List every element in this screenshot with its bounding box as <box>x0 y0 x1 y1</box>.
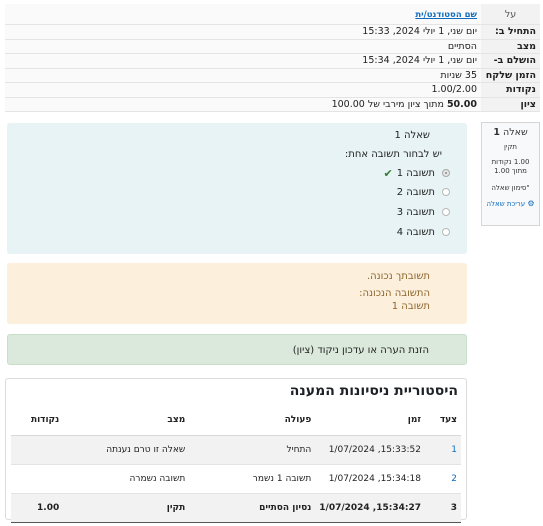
summary-value-completed: יום שני, 1 יולי 2024, 15:34 <box>5 53 481 69</box>
step-link-2[interactable]: 2 <box>451 474 457 484</box>
question-mark: 1.00 נקודות מתוך 1.00 <box>485 158 536 176</box>
history-state: שאלה זו טרם נענתה <box>63 435 190 465</box>
history-time: 1/07/2024 ,15:34:27 <box>315 493 425 523</box>
history-action: התחיל <box>189 435 316 465</box>
history-title: היסטוריית ניסיונות המענה <box>289 383 458 399</box>
header-marks: נקודות <box>11 405 64 436</box>
history-marks <box>11 464 64 494</box>
radio-icon[interactable] <box>442 188 450 196</box>
history-action: נסיון הסתיים <box>189 493 316 523</box>
flag-question-toggle[interactable]: "סימון שאלה <box>485 184 536 192</box>
summary-label-grade: ציון <box>481 97 540 112</box>
question-text: שאלה 1 <box>394 130 430 141</box>
correct-answer-label: התשובה הנכונה: <box>359 288 430 299</box>
header-step: צעד <box>425 405 461 436</box>
question-info-box: שאלה 1 תקין 1.00 נקודות מתוך 1.00 "סימון… <box>481 122 540 226</box>
history-header-row: צעד זמן פעולה מצב נקודות <box>11 405 461 436</box>
summary-value-time-taken: 35 שניות <box>5 68 481 83</box>
summary-label-started: התחיל ב: <box>481 24 540 40</box>
step-link-1[interactable]: 1 <box>451 445 457 455</box>
summary-value-state: הסתיים <box>5 39 481 54</box>
question-formulation: שאלה 1 יש לבחור תשובה אחת: תשובה 1 ✔ תשו… <box>7 123 467 254</box>
answer-label-1: תשובה 1 <box>396 167 435 179</box>
question-state: תקין <box>503 143 518 151</box>
summary-value-grade: 50.00 מתוך ציון מירבי של 100.00 <box>5 97 481 112</box>
question-mark-line2: מתוך 1.00 <box>494 167 527 175</box>
history-row-current: 3 1/07/2024 ,15:34:27 נסיון הסתיים תקין … <box>11 493 461 523</box>
review-summary-table: על שם הסטודנט/ית התחיל ב: יום שני, 1 יול… <box>5 4 540 112</box>
summary-row-grade: ציון 50.00 מתוך ציון מירבי של 100.00 <box>5 97 540 112</box>
answer-option-2[interactable]: תשובה 2 <box>397 185 450 199</box>
grade-max-text: מתוך ציון מירבי של 100.00 <box>331 98 447 110</box>
correct-check-icon: ✔ <box>383 166 393 180</box>
make-comment-link[interactable]: הזנת הערה או עדכון ניקוד (ציון) <box>293 345 429 356</box>
header-state: מצב <box>63 405 190 436</box>
history-time: 1/07/2024 ,15:34:18 <box>315 464 425 494</box>
summary-label-user: על <box>481 4 540 25</box>
correct-answer-value: תשובה 1 <box>391 301 430 312</box>
feedback-status: תשובתך נכונה. <box>366 271 430 282</box>
summary-row-user: על שם הסטודנט/ית <box>5 4 540 25</box>
student-name-link[interactable]: שם הסטודנט/ית <box>415 10 477 20</box>
answer-label-2: תשובה 2 <box>396 186 435 198</box>
response-history: היסטוריית ניסיונות המענה צעד זמן פעולה מ… <box>5 378 467 523</box>
edit-question-link[interactable]: ⚙ עריכת שאלה <box>485 199 536 209</box>
header-time: זמן <box>315 405 425 436</box>
history-row: 1 1/07/2024 ,15:33:52 התחיל שאלה זו טרם … <box>11 435 461 465</box>
question-feedback: תשובתך נכונה. התשובה הנכונה: תשובה 1 <box>7 263 467 324</box>
summary-row-marks: נקודות 1.00/2.00 <box>5 82 540 98</box>
history-state: תשובה נשמרה <box>63 464 190 494</box>
history-time: 1/07/2024 ,15:33:52 <box>315 435 425 465</box>
answer-option-3[interactable]: תשובה 3 <box>397 205 450 219</box>
history-action: תשובה 1 נשמר <box>189 464 316 494</box>
summary-row-time-taken: הזמן שלקח 35 שניות <box>5 68 540 83</box>
history-state: תקין <box>63 493 190 523</box>
answer-option-1[interactable]: תשובה 1 ✔ <box>384 166 450 180</box>
question-number: שאלה 1 <box>485 127 536 138</box>
edit-question-label: עריכת שאלה <box>486 200 526 208</box>
summary-label-completed: הושלם ב- <box>481 53 540 69</box>
question-number-value: 1 <box>493 127 500 138</box>
summary-label-marks: נקודות <box>481 82 540 98</box>
question-number-prefix: שאלה <box>502 127 528 138</box>
answer-prompt: יש לבחור תשובה אחת: <box>344 149 442 160</box>
summary-label-state: מצב <box>481 39 540 54</box>
header-action: פעולה <box>189 405 316 436</box>
history-marks: 1.00 <box>11 493 64 523</box>
summary-row-state: מצב הסתיים <box>5 39 540 54</box>
summary-row-started: התחיל ב: יום שני, 1 יולי 2024, 15:33 <box>5 24 540 40</box>
history-marks <box>11 435 64 465</box>
answer-option-4[interactable]: תשובה 4 <box>397 225 450 239</box>
radio-icon-checked[interactable] <box>442 169 450 177</box>
comment-box: הזנת הערה או עדכון ניקוד (ציון) <box>7 334 467 365</box>
gear-icon: ⚙ <box>527 199 535 208</box>
summary-value-marks: 1.00/2.00 <box>5 82 481 98</box>
radio-icon[interactable] <box>442 208 450 216</box>
radio-icon[interactable] <box>442 228 450 236</box>
question-mark-line1: 1.00 נקודות <box>491 158 530 166</box>
summary-value-started: יום שני, 1 יולי 2024, 15:33 <box>5 24 481 40</box>
history-step: 3 <box>425 493 461 523</box>
answer-label-4: תשובה 4 <box>396 226 435 238</box>
summary-label-time-taken: הזמן שלקח <box>481 68 540 83</box>
answer-label-3: תשובה 3 <box>396 206 435 218</box>
grade-value: 50.00 <box>446 98 477 110</box>
history-row: 2 1/07/2024 ,15:34:18 תשובה 1 נשמר תשובה… <box>11 464 461 494</box>
history-table: צעד זמן פעולה מצב נקודות 1 1/07/2024 ,15… <box>11 405 461 523</box>
summary-row-completed: הושלם ב- יום שני, 1 יולי 2024, 15:34 <box>5 53 540 69</box>
